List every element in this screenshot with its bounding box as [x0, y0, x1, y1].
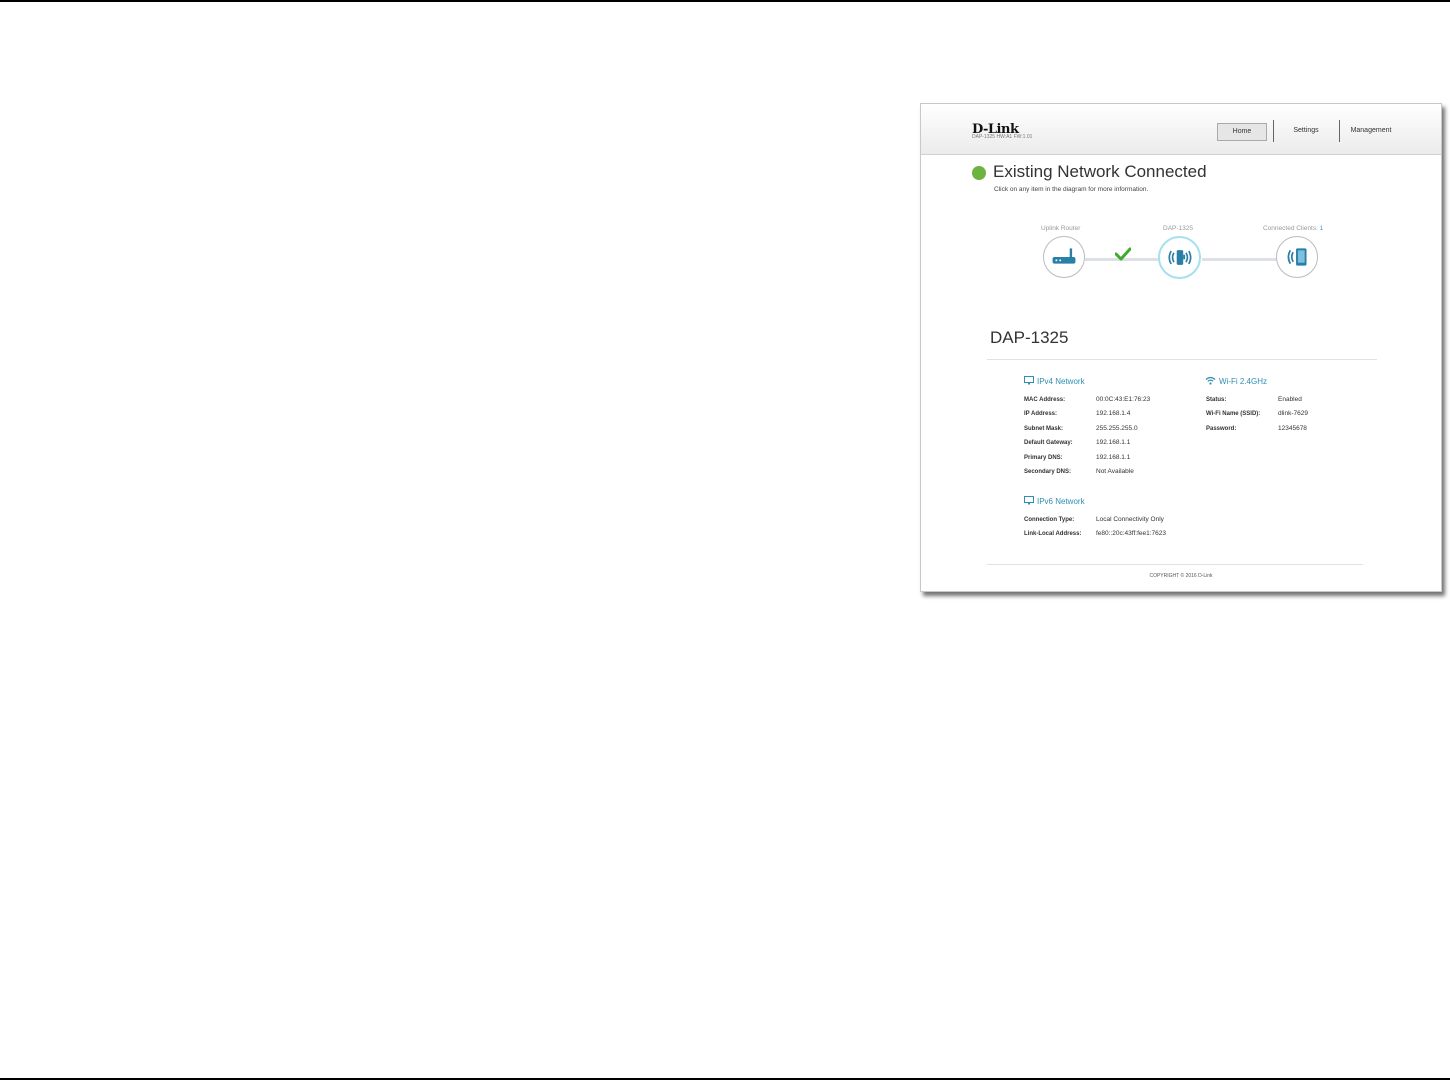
ipv6-label: Connection Type: — [1024, 517, 1075, 523]
monitor-icon — [1024, 376, 1034, 385]
ipv4-value: 192.168.1.4 — [1096, 410, 1131, 417]
ipv6-section-title: IPv6 Network — [1024, 496, 1085, 506]
ipv6-value: Local Connectivity Only — [1096, 516, 1164, 523]
router-ui-screenshot: D-Link DAP-1325 HW:A1 FW:1.01 Home Setti… — [920, 103, 1442, 592]
nav-separator — [1273, 120, 1274, 142]
status-subtitle: Click on any item in the diagram for mor… — [994, 186, 1149, 193]
router-icon — [1052, 248, 1076, 264]
wifi-label: Status: — [1206, 397, 1227, 403]
device-node-label: DAP-1325 — [1163, 225, 1193, 232]
page-top-rule — [0, 0, 1450, 2]
connection-line-clients — [1202, 258, 1277, 261]
connected-clients-node[interactable] — [1276, 236, 1318, 278]
client-device-icon — [1287, 248, 1307, 266]
ipv6-title-text: IPv6 Network — [1037, 497, 1085, 506]
model-firmware-info: DAP-1325 HW:A1 FW:1.01 — [972, 134, 1033, 140]
ipv6-label: Link-Local Address: — [1024, 531, 1082, 537]
page-bottom-rule — [0, 1078, 1450, 1080]
wifi-value: 12345678 — [1278, 425, 1307, 432]
wifi-value: Enabled — [1278, 396, 1302, 403]
nav-management-button[interactable]: Management — [1345, 123, 1397, 139]
header-bar: D-Link DAP-1325 HW:A1 FW:1.01 Home Setti… — [921, 104, 1441, 155]
status-indicator-dot — [972, 166, 986, 180]
ipv4-title-text: IPv4 Network — [1037, 377, 1085, 386]
check-icon — [1115, 247, 1131, 261]
ipv4-value: 255.255.255.0 — [1096, 425, 1138, 432]
wifi-label: Wi-Fi Name (SSID): — [1206, 411, 1261, 417]
ipv4-label: IP Address: — [1024, 411, 1058, 417]
status-title: Existing Network Connected — [993, 162, 1207, 181]
wifi-icon — [1205, 376, 1216, 385]
dap-1325-node[interactable] — [1158, 236, 1201, 279]
wifi-title-text: Wi-Fi 2.4GHz — [1219, 377, 1267, 386]
uplink-router-label: Uplink Router — [1041, 225, 1081, 232]
ipv4-value: 00:0C:43:E1:76:23 — [1096, 396, 1151, 403]
footer-divider — [987, 564, 1363, 565]
ipv6-value: fe80::20c:43ff:fee1:7623 — [1096, 530, 1166, 537]
connected-clients-label: Connected Clients: 1 — [1263, 225, 1323, 232]
wifi-section-title: Wi-Fi 2.4GHz — [1205, 376, 1267, 386]
section-divider — [987, 359, 1377, 360]
ipv4-value: 192.168.1.1 — [1096, 454, 1131, 461]
copyright-text: COPYRIGHT © 2016 D-Link — [1149, 573, 1213, 579]
ipv4-label: Subnet Mask: — [1024, 426, 1064, 432]
connected-clients-text: Connected Clients: — [1263, 225, 1318, 232]
ipv4-label: Secondary DNS: — [1024, 469, 1072, 475]
ipv4-label: Default Gateway: — [1024, 440, 1073, 446]
nav-separator — [1339, 120, 1340, 142]
ipv4-label: Primary DNS: — [1024, 455, 1063, 461]
wifi-value: dlink-7629 — [1278, 410, 1308, 417]
uplink-router-node[interactable] — [1043, 236, 1085, 278]
ipv4-section-title: IPv4 Network — [1024, 376, 1085, 386]
device-title: DAP-1325 — [990, 328, 1069, 347]
ipv4-value: Not Available — [1096, 468, 1134, 475]
nav-home-button[interactable]: Home — [1217, 123, 1267, 141]
ipv4-label: MAC Address: — [1024, 397, 1066, 403]
ipv4-value: 192.168.1.1 — [1096, 439, 1131, 446]
nav-settings-button[interactable]: Settings — [1283, 123, 1329, 139]
wifi-label: Password: — [1206, 426, 1237, 432]
extender-icon — [1168, 250, 1192, 265]
monitor-icon — [1024, 496, 1034, 505]
connected-clients-count: 1 — [1319, 225, 1324, 232]
